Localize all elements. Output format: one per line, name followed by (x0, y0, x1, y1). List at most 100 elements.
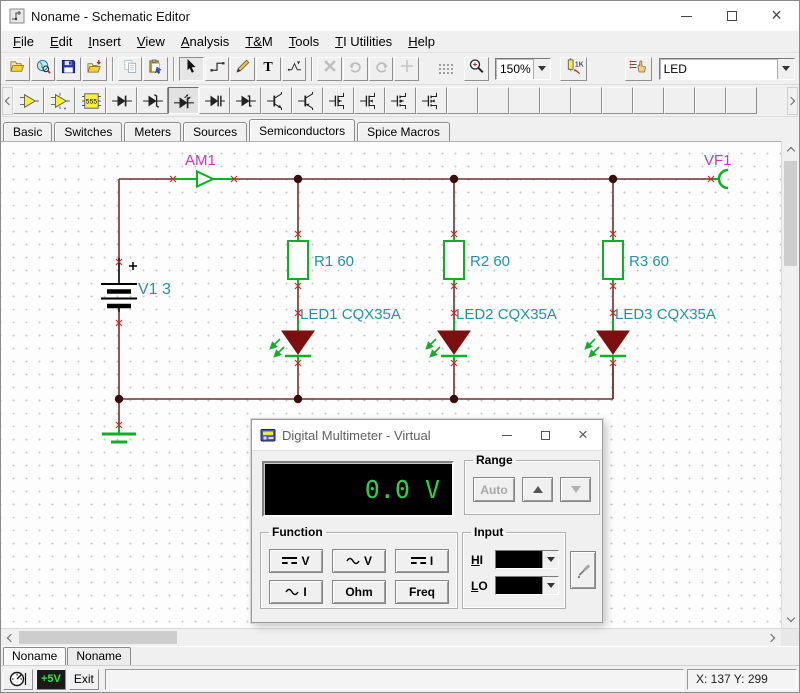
scroll-down-button[interactable] (782, 611, 799, 628)
palette-npn-button[interactable] (261, 87, 292, 114)
range-up-button[interactable] (522, 477, 553, 502)
palette-nmos-button[interactable] (323, 87, 354, 114)
multimeter-window[interactable]: Digital Multimeter - Virtual × 0.0 V Ran… (251, 419, 603, 623)
maximize-button[interactable] (709, 1, 754, 31)
undo-button[interactable] (343, 57, 368, 81)
component-voltage-pin[interactable]: VF1 (704, 152, 732, 188)
palette-led-button[interactable] (168, 87, 199, 114)
jump-to-component-button[interactable]: 1K (560, 57, 587, 81)
menu-edit[interactable]: Edit (42, 32, 80, 51)
horizontal-scrollbar[interactable] (1, 628, 799, 646)
delete-button[interactable] (317, 57, 342, 81)
dc-current-button[interactable]: I (395, 549, 449, 573)
exit-button[interactable]: Exit (69, 669, 99, 690)
doc-tab-noname-1[interactable]: Noname (3, 647, 66, 665)
hi-input-combo[interactable] (495, 550, 559, 569)
vertical-scroll-thumb[interactable] (784, 161, 797, 266)
zoom-tool-button[interactable] (464, 57, 489, 81)
palette-opamp-button[interactable] (13, 87, 44, 114)
open-file-button[interactable] (5, 57, 30, 81)
palette-timer555-button[interactable]: 555 (75, 87, 106, 114)
tab-meters[interactable]: Meters (124, 122, 181, 141)
palette-scroll-left[interactable] (2, 87, 13, 115)
scroll-right-button[interactable] (764, 629, 781, 646)
tab-semiconductors[interactable]: Semiconductors (249, 119, 355, 141)
component-ammeter[interactable]: AM1 (173, 152, 234, 187)
palette-zener-button[interactable] (137, 87, 168, 114)
multimeter-close-button[interactable]: × (564, 420, 602, 450)
copy-button[interactable] (118, 57, 143, 81)
paste-button[interactable] (143, 57, 168, 81)
palette-diode-button[interactable] (106, 87, 137, 114)
palette-scroll-right[interactable] (787, 87, 798, 115)
redo-button[interactable] (369, 57, 394, 81)
save-button[interactable] (56, 57, 81, 81)
ac-voltage-button[interactable]: V (332, 549, 386, 573)
doc-tab-noname-2[interactable]: Noname (67, 647, 130, 665)
grid-toggle-button[interactable] (433, 57, 458, 81)
palette-pnp-button[interactable] (292, 87, 323, 114)
draw-tool-button[interactable] (230, 57, 255, 81)
menu-tools[interactable]: Tools (281, 32, 327, 51)
probe-button[interactable] (570, 551, 596, 589)
branch-3[interactable]: R3 60LED3 CQX35A (586, 179, 716, 399)
lo-dropdown[interactable] (542, 577, 558, 594)
tab-switches[interactable]: Switches (54, 122, 122, 141)
wire-tool-button[interactable] (205, 57, 230, 81)
range-down-button[interactable] (560, 477, 591, 502)
zoom-level-combo[interactable]: 150% (495, 58, 551, 80)
palette-nmos-e-button[interactable] (385, 87, 416, 114)
frequency-button[interactable]: Freq (395, 580, 449, 604)
zoom-combo-dropdown[interactable] (533, 59, 550, 79)
lo-input-combo[interactable] (495, 576, 559, 595)
scroll-up-button[interactable] (782, 141, 799, 158)
component-battery[interactable]: V1 3 (101, 258, 171, 312)
palette-pmos-e-button[interactable] (416, 87, 447, 114)
menu-insert[interactable]: Insert (80, 32, 129, 51)
vertical-scrollbar[interactable] (781, 141, 799, 628)
wires[interactable] (119, 179, 713, 426)
segment-tool-button[interactable] (282, 57, 307, 81)
meter-mode-button[interactable] (3, 669, 33, 690)
palette-opamp2-button[interactable] (44, 87, 75, 114)
multimeter-minimize-button[interactable] (488, 420, 526, 450)
menu-ti-utilities[interactable]: TI Utilities (327, 32, 400, 51)
horizontal-scroll-track[interactable] (18, 629, 764, 646)
find-component-button[interactable] (625, 57, 652, 81)
multimeter-maximize-button[interactable] (526, 420, 564, 450)
menu-file[interactable]: File (5, 32, 42, 51)
horizontal-scroll-thumb[interactable] (19, 631, 177, 644)
tab-basic[interactable]: Basic (3, 122, 52, 141)
text-tool-button[interactable]: T (256, 57, 281, 81)
multimeter-title-bar[interactable]: Digital Multimeter - Virtual × (252, 420, 602, 450)
tab-sources[interactable]: Sources (183, 122, 247, 141)
tab-spice-macros[interactable]: Spice Macros (357, 122, 450, 141)
copy-icon (122, 59, 139, 79)
component-search-dropdown[interactable] (777, 59, 794, 79)
branch-1[interactable]: R1 60LED1 CQX35A (271, 179, 401, 399)
svg-text:AM1: AM1 (185, 152, 216, 169)
hi-dropdown[interactable] (542, 551, 558, 568)
branch-2[interactable]: R2 60LED2 CQX35A (427, 179, 557, 399)
palette-varicap-button[interactable] (199, 87, 230, 114)
close-button[interactable] (754, 1, 799, 31)
menu-view[interactable]: View (129, 32, 173, 51)
open-web-button[interactable] (31, 57, 56, 81)
palette-schottky-button[interactable] (230, 87, 261, 114)
palette-pmos-button[interactable] (354, 87, 385, 114)
dc-voltage-button[interactable]: V (269, 549, 323, 573)
scroll-left-button[interactable] (1, 629, 18, 646)
menu-help[interactable]: Help (400, 32, 443, 51)
minimize-button[interactable] (664, 1, 709, 31)
power-5v-button[interactable]: +5V (36, 669, 66, 690)
range-auto-button[interactable]: Auto (473, 477, 515, 502)
ac-current-button[interactable]: I (269, 580, 323, 604)
open-recent-button[interactable] (82, 57, 107, 81)
select-tool-button[interactable] (179, 57, 204, 81)
menu-analysis[interactable]: Analysis (173, 32, 237, 51)
component-search-combo[interactable]: LED (659, 58, 795, 80)
component-ground[interactable] (102, 426, 136, 442)
move-button[interactable] (394, 57, 419, 81)
menu-tm[interactable]: T&M (237, 32, 280, 51)
ohm-button[interactable]: Ohm (332, 580, 386, 604)
